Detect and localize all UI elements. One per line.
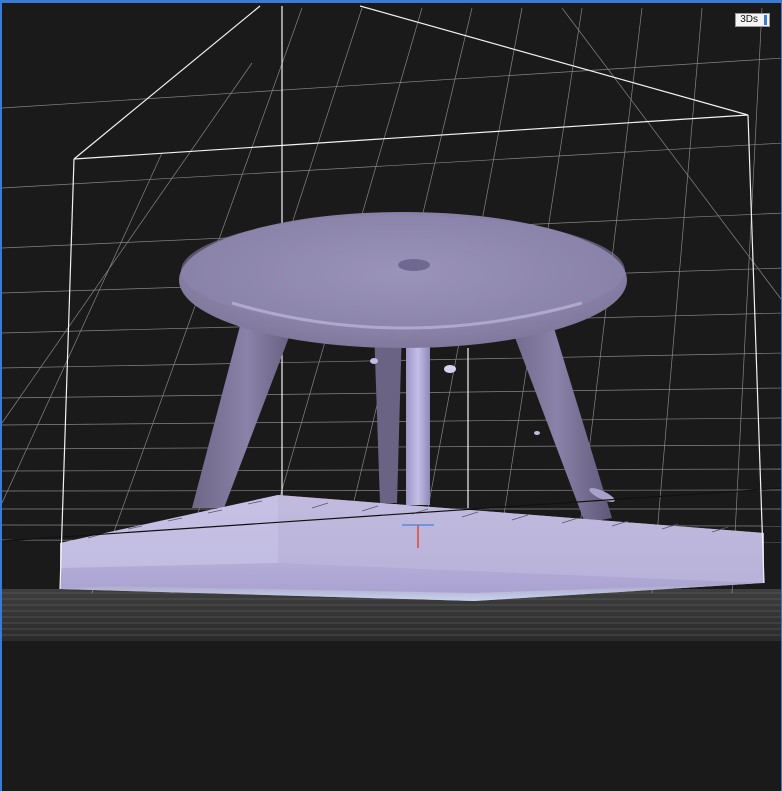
base-plate[interactable] [60, 495, 764, 601]
stool-model[interactable] [179, 212, 627, 523]
view-mode-handle-icon [764, 15, 767, 25]
stool-leg-back [374, 328, 402, 503]
view-mode-toggle[interactable]: 3Ds [735, 13, 770, 27]
3d-viewport[interactable]: 3Ds [0, 0, 782, 791]
3d-scene[interactable] [2, 3, 782, 791]
view-mode-label: 3Ds [740, 14, 758, 25]
